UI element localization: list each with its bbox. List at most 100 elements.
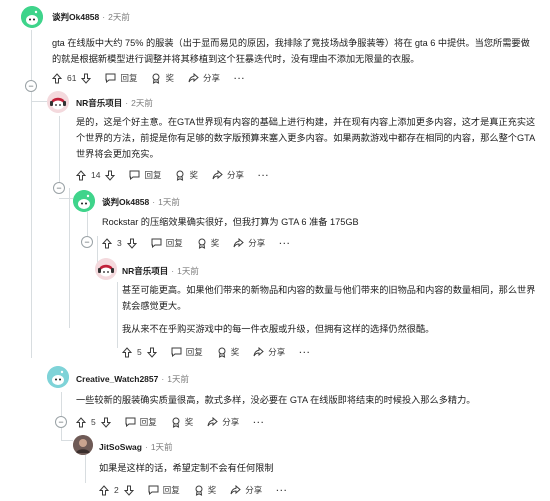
author-name[interactable]: 谈判Ok4858 xyxy=(102,196,149,208)
thread-line xyxy=(59,198,73,199)
upvote-icon[interactable] xyxy=(122,346,132,358)
thread-line xyxy=(61,440,73,441)
snoo-icon xyxy=(73,190,95,212)
reply-button[interactable]: 回复 xyxy=(125,416,157,428)
award-icon xyxy=(176,170,184,181)
comment-meta: Creative_Watch2857 · 1天前 xyxy=(76,373,189,385)
share-label: 分享 xyxy=(268,347,286,357)
downvote-icon[interactable] xyxy=(123,485,134,496)
avatar[interactable] xyxy=(95,258,117,280)
share-label: 分享 xyxy=(227,170,245,180)
timestamp[interactable]: 1天前 xyxy=(151,441,173,453)
thread-line xyxy=(31,86,32,358)
reply-label: 回复 xyxy=(144,170,162,180)
reply-label: 回复 xyxy=(185,347,203,357)
reply-button[interactable]: 回复 xyxy=(148,484,180,496)
timestamp[interactable]: 1天前 xyxy=(158,196,180,208)
vote-control: 3 xyxy=(102,237,137,249)
comment-actions: 5 回复 奖 分享 ··· xyxy=(122,345,311,359)
share-button[interactable]: 分享 xyxy=(233,237,265,249)
author-name[interactable]: 谈判Ok4858 xyxy=(52,11,99,23)
more-options-button[interactable]: ··· xyxy=(253,417,265,427)
award-button[interactable]: 奖 xyxy=(194,484,216,496)
award-label: 奖 xyxy=(210,238,220,248)
award-label: 奖 xyxy=(184,417,194,427)
timestamp[interactable]: 2天前 xyxy=(131,97,153,109)
snoo-avatar-icon xyxy=(95,258,117,280)
avatar[interactable] xyxy=(21,6,43,28)
award-icon xyxy=(152,73,160,84)
share-button[interactable]: 分享 xyxy=(212,169,244,181)
downvote-icon[interactable] xyxy=(100,417,111,428)
more-options-button[interactable]: ··· xyxy=(279,238,291,248)
thread-line xyxy=(31,101,47,102)
avatar[interactable] xyxy=(47,366,69,388)
upvote-icon[interactable] xyxy=(76,169,86,181)
more-options-button[interactable]: ··· xyxy=(258,170,270,180)
avatar[interactable] xyxy=(73,190,95,212)
author-name[interactable]: JitSoSwag xyxy=(99,442,142,452)
award-button[interactable]: 奖 xyxy=(171,416,194,428)
comment-icon xyxy=(171,347,182,357)
comment-icon xyxy=(125,417,136,427)
comment-body: 一些较新的服装确实质量很高，款式多样，没必要在 GTA 在线版即将结束的时候投入… xyxy=(76,395,476,405)
vote-control: 5 xyxy=(122,346,157,358)
award-label: 奖 xyxy=(189,170,198,180)
downvote-icon[interactable] xyxy=(146,347,157,358)
vote-control: 5 xyxy=(76,416,111,428)
comment-body-paragraph: 我从来不在乎购买游戏中的每一件衣服或升级，但拥有这样的选择仍然很酷。 xyxy=(122,324,435,334)
collapse-button[interactable]: − xyxy=(81,236,93,248)
share-button[interactable]: 分享 xyxy=(230,484,262,496)
award-button[interactable]: 奖 xyxy=(175,169,198,181)
timestamp[interactable]: 1天前 xyxy=(167,373,189,385)
award-button[interactable]: 奖 xyxy=(197,237,220,249)
vote-control: 61 xyxy=(52,72,92,84)
comment-meta: NR音乐项目 · 1天前 xyxy=(122,265,199,277)
downvote-icon[interactable] xyxy=(105,170,116,181)
award-label: 奖 xyxy=(165,73,174,83)
separator: · xyxy=(152,197,156,207)
collapse-button[interactable]: − xyxy=(25,80,37,92)
author-name[interactable]: NR音乐项目 xyxy=(122,265,168,277)
more-options-button[interactable]: ··· xyxy=(276,485,288,495)
author-name[interactable]: Creative_Watch2857 xyxy=(76,374,158,384)
author-name[interactable]: NR音乐项目 xyxy=(76,97,122,109)
avatar[interactable] xyxy=(47,91,69,113)
comment-actions: 61 回复 奖 分享 ··· xyxy=(52,71,246,85)
comment-meta: JitSoSwag · 1天前 xyxy=(99,441,173,453)
more-options-button[interactable]: ··· xyxy=(234,73,246,83)
reply-button[interactable]: 回复 xyxy=(171,346,203,358)
upvote-icon[interactable] xyxy=(76,416,86,428)
award-icon xyxy=(172,417,180,428)
collapse-button[interactable]: − xyxy=(53,182,65,194)
share-label: 分享 xyxy=(203,73,221,83)
comment-icon xyxy=(151,238,162,248)
more-options-button[interactable]: ··· xyxy=(299,347,311,357)
upvote-icon[interactable] xyxy=(52,72,62,84)
upvote-icon[interactable] xyxy=(99,484,109,496)
separator: · xyxy=(161,374,165,384)
vote-count: 2 xyxy=(114,485,119,495)
share-icon xyxy=(207,417,219,427)
reply-button[interactable]: 回复 xyxy=(105,72,137,84)
award-button[interactable]: 奖 xyxy=(217,346,239,358)
share-icon xyxy=(230,485,242,495)
share-icon xyxy=(233,238,245,248)
downvote-icon[interactable] xyxy=(81,73,92,84)
reply-button[interactable]: 回复 xyxy=(151,237,183,249)
avatar[interactable] xyxy=(73,435,93,455)
share-button[interactable]: 分享 xyxy=(207,416,239,428)
vote-count: 14 xyxy=(91,170,101,180)
upvote-icon[interactable] xyxy=(102,237,112,249)
timestamp[interactable]: 2天前 xyxy=(108,11,130,23)
share-button[interactable]: 分享 xyxy=(253,346,285,358)
timestamp[interactable]: 1天前 xyxy=(177,265,199,277)
downvote-icon[interactable] xyxy=(126,238,137,249)
award-icon xyxy=(198,238,206,249)
share-icon xyxy=(253,347,265,357)
share-button[interactable]: 分享 xyxy=(188,72,220,84)
reply-button[interactable]: 回复 xyxy=(129,169,161,181)
separator: · xyxy=(125,98,129,108)
collapse-button[interactable]: − xyxy=(55,416,67,428)
award-button[interactable]: 奖 xyxy=(151,72,174,84)
